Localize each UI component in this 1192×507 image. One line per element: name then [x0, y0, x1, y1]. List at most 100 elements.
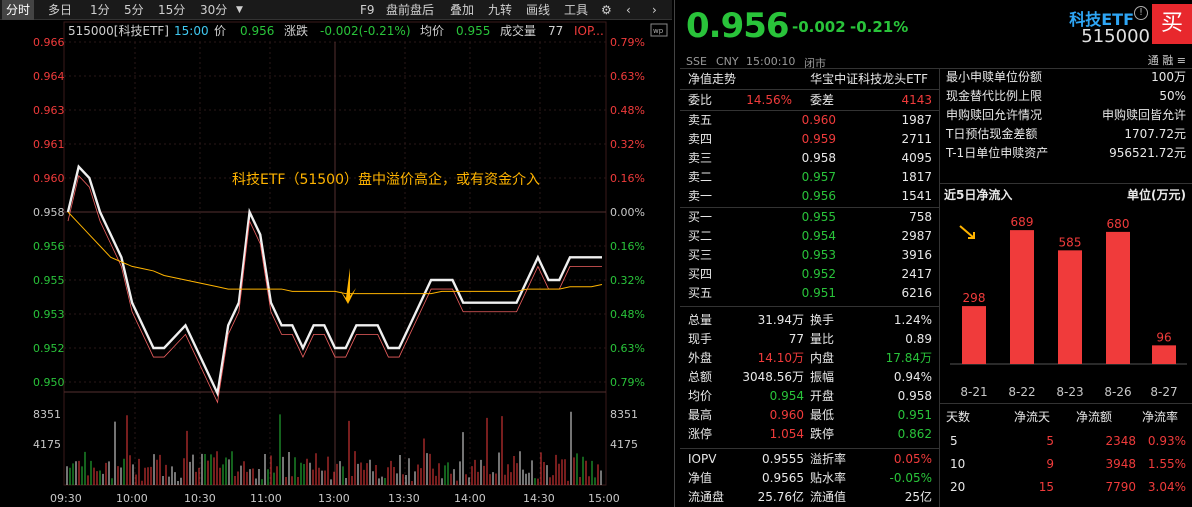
chevron-left-icon[interactable]: ‹ — [626, 0, 631, 20]
ask-price: 0.956 — [801, 189, 836, 203]
y-pct-tick: 0.32% — [610, 138, 645, 151]
flow-table-inflow-days: 9 — [1046, 457, 1054, 471]
subscription-label: 现金替代比例上限 — [946, 89, 1043, 103]
f9-button[interactable]: F9 — [360, 0, 375, 20]
y-price-tick: 0.964 — [33, 70, 65, 83]
bid-label: 买五 — [688, 286, 713, 300]
ask-volume: 2711 — [901, 132, 932, 146]
wc-label: 委差 — [810, 93, 835, 107]
stat-label: 量比 — [810, 332, 835, 346]
ask-price: 0.960 — [801, 113, 836, 127]
stat-label: 总量 — [688, 313, 713, 327]
stat-value: 0.94% — [893, 370, 932, 384]
arrow-down-icon — [340, 268, 356, 304]
chevron-down-icon[interactable]: ▼ — [236, 0, 243, 20]
stat-value: 1.054 — [769, 427, 804, 441]
subscription-value: 956521.72元 — [1109, 146, 1186, 160]
inflow-value: 689 — [1011, 215, 1034, 229]
y-pct-tick: 0.79% — [610, 36, 645, 49]
flow-table-header: 净流额 — [1076, 410, 1113, 424]
flow-table-header: 天数 — [946, 410, 971, 424]
y-pct-tick: 0.00% — [610, 206, 645, 219]
ask-label: 卖四 — [688, 132, 713, 146]
draw-line-button[interactable]: 画线 — [526, 0, 550, 20]
chart-avg-label: 均价 — [420, 24, 444, 38]
stat-label: 最高 — [688, 408, 713, 422]
y-pct-tick: 0.63% — [610, 70, 645, 83]
tab-5min[interactable]: 5分 — [124, 0, 144, 20]
bid-label: 买三 — [688, 248, 713, 262]
chart-change: -0.002(-0.21%) — [320, 24, 411, 38]
bid-volume: 2417 — [901, 267, 932, 281]
tab-15min[interactable]: 15分 — [158, 0, 185, 20]
inflow-date: 8-23 — [1056, 385, 1083, 396]
stat-value: 14.10万 — [757, 351, 804, 365]
chart-svg: 515000[科技ETF] 15:00 价 0.956 涨跌 -0.002(-0… — [33, 21, 668, 505]
tab-intraday[interactable]: 分时 — [2, 0, 35, 20]
x-time-tick: 09:30 — [50, 492, 82, 505]
stat-label: 开盘 — [810, 389, 835, 403]
stat-label: 跌停 — [810, 427, 835, 441]
x-time-tick: 11:00 — [250, 492, 282, 505]
tab-30min[interactable]: 30分 — [200, 0, 227, 20]
info-icon[interactable]: ! — [1134, 6, 1148, 20]
y-price-tick: 0.956 — [33, 240, 65, 253]
tools-button[interactable]: 工具 — [564, 0, 588, 20]
premarket-button[interactable]: 盘前盘后 — [386, 0, 434, 20]
ask-price: 0.957 — [801, 170, 836, 184]
inflow-bar — [1152, 345, 1176, 364]
inflow-bar — [962, 306, 986, 364]
inflow-date: 8-27 — [1150, 385, 1177, 396]
iopv-label: IOPV — [688, 452, 717, 466]
x-time-tick: 13:00 — [318, 492, 350, 505]
subscription-label: 最小申赎单位份额 — [946, 70, 1043, 84]
vol-tick: 8351 — [33, 408, 61, 421]
chart-vol: 77 — [548, 24, 563, 38]
ask-price: 0.959 — [801, 132, 836, 146]
chevron-right-icon[interactable]: › — [652, 0, 657, 20]
ask-label: 卖三 — [688, 151, 713, 165]
y-pct-tick: 0.63% — [610, 342, 645, 355]
ask-volume: 1541 — [901, 189, 932, 203]
stat-value: 0.954 — [769, 389, 804, 403]
bid-label: 买一 — [688, 210, 713, 224]
stat-label: 现手 — [688, 332, 713, 346]
stat-value: 3048.56万 — [742, 370, 804, 384]
stat-label: 总额 — [688, 370, 713, 384]
bid-price: 0.953 — [801, 248, 836, 262]
x-time-tick: 10:00 — [116, 492, 148, 505]
stat-value: 0.951 — [897, 408, 932, 422]
iopv-value: 0.9555 — [762, 452, 804, 466]
intraday-chart[interactable]: 515000[科技ETF] 15:00 价 0.956 涨跌 -0.002(-0… — [0, 20, 672, 507]
stat-value: 0.862 — [897, 427, 932, 441]
chart-iop: IOP... — [574, 24, 604, 38]
x-time-tick: 13:30 — [388, 492, 420, 505]
wb-value: 14.56% — [746, 93, 792, 107]
gear-icon[interactable]: ⚙ — [601, 0, 612, 20]
nine-turn-button[interactable]: 九转 — [488, 0, 512, 20]
buy-button[interactable]: 买 — [1152, 4, 1192, 44]
flow-table-rate: 1.55% — [1147, 457, 1186, 471]
inflow-date: 8-26 — [1104, 385, 1131, 396]
tab-multiday[interactable]: 多日 — [48, 0, 72, 20]
stat-value: 0.89 — [905, 332, 932, 346]
wb-label: 委比 — [688, 93, 713, 107]
x-time-tick: 15:00 — [588, 492, 620, 505]
inflow-date: 8-21 — [960, 385, 987, 396]
tab-1min[interactable]: 1分 — [90, 0, 110, 20]
chart-time: 15:00 — [174, 24, 209, 38]
y-price-tick: 0.952 — [33, 342, 65, 355]
iopv-label: 净值 — [688, 471, 713, 485]
net-inflow-title: 近5日净流入 — [944, 188, 1013, 202]
stat-value: 0.958 — [897, 389, 932, 403]
y-price-tick: 0.955 — [33, 274, 65, 287]
y-pct-tick: 0.79% — [610, 376, 645, 389]
stat-value: 0.960 — [769, 408, 804, 422]
chart-annotation: 科技ETF（51500）盘中溢价高企，或有资金介入 — [232, 171, 540, 188]
y-pct-tick: 0.48% — [610, 104, 645, 117]
overlay-button[interactable]: 叠加 — [450, 0, 474, 20]
wc-value: 4143 — [901, 93, 932, 107]
stat-label: 最低 — [810, 408, 835, 422]
flow-table-days: 5 — [950, 434, 958, 448]
flow-table-amount: 2348 — [1105, 434, 1136, 448]
